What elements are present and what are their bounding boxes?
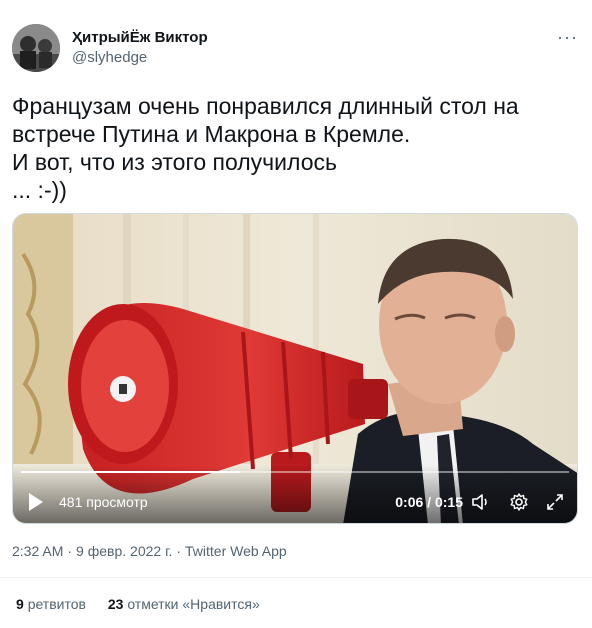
video-current-time: 0:06 [395,494,424,510]
settings-gear-icon[interactable] [509,492,529,512]
fullscreen-icon[interactable] [545,492,565,512]
video-player[interactable]: 481 просмотр 0:06 / 0:15 [12,213,578,524]
tweet-header: ҲитрыйЁж Виктор @slyhedge ··· [12,24,580,74]
retweets-label: ретвитов [27,596,86,612]
ellipsis-icon[interactable]: ··· [557,28,578,46]
avatar[interactable] [12,24,60,72]
tweet-stats: 9 ретвитов 23 отметки «Нравится» [16,595,278,613]
author-handle[interactable]: @slyhedge [72,48,208,68]
likes-count: 23 [107,596,124,612]
play-icon[interactable] [27,492,45,512]
divider [0,577,592,578]
tweet-source[interactable]: Twitter Web App [185,543,287,559]
video-time-separator: / [423,494,435,510]
meta-separator: · [67,543,73,559]
video-view-count: 481 просмотр [59,494,148,510]
video-time: 0:06 / 0:15 [395,493,463,511]
video-progress-bar[interactable] [21,471,569,473]
video-duration: 0:15 [434,494,463,510]
volume-icon[interactable] [471,492,491,512]
tweet-meta: 2:32 AM · 9 февр. 2022 г. · Twitter Web App [12,542,287,560]
author-names: ҲитрыйЁж Виктор @slyhedge [72,28,208,68]
video-progress-fill [21,471,241,473]
author-display-name[interactable]: ҲитрыйЁж Виктор [72,28,208,48]
tweet-date[interactable]: 9 февр. 2022 г. [76,543,172,559]
tweet-text: Французам очень понравился длинный стол … [12,93,519,203]
retweets-count: 9 [16,596,24,612]
likes-stat[interactable]: 23 отметки «Нравится» [108,596,260,612]
likes-label: отметки «Нравится» [127,596,260,612]
retweets-stat[interactable]: 9 ретвитов [16,596,86,612]
meta-separator: · [176,543,182,559]
tweet-time[interactable]: 2:32 AM [12,543,63,559]
